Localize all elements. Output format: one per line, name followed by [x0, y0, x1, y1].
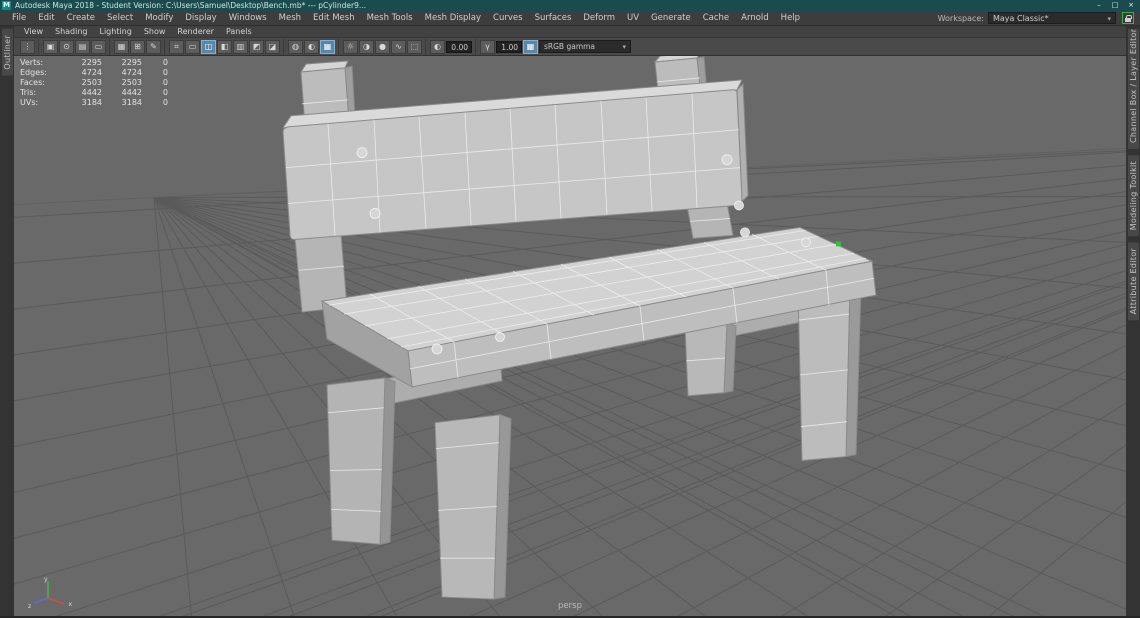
resolution-gate-icon[interactable]: ◫ — [201, 40, 216, 54]
close-button[interactable]: × — [1124, 1, 1138, 10]
chevron-down-icon — [1107, 14, 1111, 23]
hud-row: UVs: 3184 3184 0 — [20, 98, 168, 108]
menu-item[interactable]: File — [6, 11, 32, 25]
panel-menu-item[interactable]: Lighting — [93, 26, 137, 37]
chevron-down-icon — [622, 42, 626, 51]
menu-item[interactable]: Cache — [697, 11, 735, 25]
toolbar-group: ◍◐▦ — [285, 39, 339, 55]
menu-item[interactable]: Modify — [139, 11, 179, 25]
hud-row: Verts: 2295 2295 0 — [20, 58, 168, 68]
axis-y-label: y — [44, 576, 48, 583]
exposure-icon[interactable]: ◐ — [430, 40, 445, 54]
toolbar-group: ▣⊙▤▭ — [40, 39, 110, 55]
poly-count-hud: Verts: 2295 2295 0 Edges: 4724 4724 0 Fa… — [20, 58, 168, 108]
right-panel-strip: Channel Box / Layer Editor Modeling Toolk… — [1126, 26, 1140, 616]
menu-item[interactable]: Help — [775, 11, 806, 25]
title-bar[interactable]: M Autodesk Maya 2018 - Student Version: … — [0, 0, 1140, 11]
gamma-icon[interactable]: γ — [480, 40, 495, 54]
field-chart-icon[interactable]: ▥ — [233, 40, 248, 54]
panel-menu-item[interactable]: Shading — [49, 26, 94, 37]
film-gate-icon[interactable]: ▭ — [185, 40, 200, 54]
panel-toolbar: ⋮▣⊙▤▭▦⊞✎⌗▭◫◧▥◩◪◍◐▦☼◑●∿⬚◐ 0.00 γ 1.00 ▦ s… — [14, 38, 1126, 56]
colorspace-dropdown[interactable]: sRGB gamma — [539, 40, 631, 53]
main-menu-bar: FileEditCreateSelectModifyDisplayWindows… — [0, 11, 1140, 26]
ambient-occlusion-icon[interactable]: ● — [375, 40, 390, 54]
window-title: Autodesk Maya 2018 - Student Version: C:… — [15, 1, 1086, 10]
image-plane-icon[interactable]: ▦ — [114, 40, 129, 54]
menu-item[interactable]: Edit — [32, 11, 60, 25]
workspace-dropdown[interactable]: Maya Classic* — [988, 12, 1116, 24]
lock-camera-icon[interactable]: ⊙ — [59, 40, 74, 54]
workspace-lock-icon[interactable] — [1122, 12, 1134, 24]
motion-blur-icon[interactable]: ∿ — [391, 40, 406, 54]
camera-label: persp — [558, 601, 582, 611]
workspace-label: Workspace: — [938, 14, 984, 23]
maya-window: M Autodesk Maya 2018 - Student Version: … — [0, 0, 1140, 618]
menu-item[interactable]: Mesh Tools — [361, 11, 419, 25]
view-transform-icon[interactable]: ▦ — [523, 40, 538, 54]
panel-menu-item[interactable]: View — [18, 26, 49, 37]
grid-icon[interactable]: ⌗ — [169, 40, 184, 54]
camera-attributes-icon[interactable]: ▤ — [75, 40, 90, 54]
grease-pencil-icon[interactable]: ✎ — [146, 40, 161, 54]
select-camera-icon[interactable]: ▣ — [43, 40, 58, 54]
minimize-button[interactable]: – — [1092, 1, 1106, 10]
menu-item[interactable]: Mesh — [273, 11, 307, 25]
selected-vertex[interactable] — [836, 241, 841, 246]
viewport-scene[interactable] — [14, 56, 1126, 616]
panel-menu-bar: ViewShadingLightingShowRendererPanels — [14, 26, 1126, 38]
left-panel-strip: Outliner — [0, 26, 14, 616]
outliner-tab[interactable]: Outliner — [2, 29, 13, 76]
panel-menu-item[interactable]: Renderer — [171, 26, 220, 37]
axis-x-label: x — [68, 601, 72, 608]
right-panel-tab[interactable]: Channel Box / Layer Editor — [1128, 29, 1139, 149]
menu-item[interactable]: Select — [101, 11, 139, 25]
toolbar-group: ⌗▭◫◧▥◩◪ — [166, 39, 284, 55]
hud-row: Faces: 2503 2503 0 — [20, 78, 168, 88]
menu-item[interactable]: Surfaces — [529, 11, 578, 25]
wireframe-on-shaded-icon[interactable]: ▦ — [320, 40, 335, 54]
menu-item[interactable]: Mesh Display — [419, 11, 487, 25]
safe-action-icon[interactable]: ◩ — [249, 40, 264, 54]
toolbar-grip-handle[interactable]: ⋮ — [20, 40, 35, 54]
shadows-icon[interactable]: ◑ — [359, 40, 374, 54]
multisample-icon[interactable]: ⬚ — [407, 40, 422, 54]
gate-mask-icon[interactable]: ◧ — [217, 40, 232, 54]
menu-item[interactable]: Curves — [487, 11, 529, 25]
axis-z-label: z — [28, 603, 31, 610]
menu-item[interactable]: Create — [61, 11, 101, 25]
gamma-field[interactable]: 1.00 — [496, 41, 522, 53]
menu-item[interactable]: Deform — [577, 11, 621, 25]
menu-item[interactable]: Display — [179, 11, 222, 25]
menu-item[interactable]: Edit Mesh — [307, 11, 361, 25]
view-axis-gizmo: x y z — [28, 576, 74, 610]
menu-item[interactable]: Generate — [645, 11, 697, 25]
menu-item[interactable]: UV — [621, 11, 645, 25]
right-panel-tab[interactable]: Attribute Editor — [1128, 242, 1139, 320]
exposure-group: ◐ 0.00 — [427, 39, 476, 55]
menu-item[interactable]: Arnold — [735, 11, 775, 25]
panel-menu-item[interactable]: Panels — [220, 26, 258, 37]
isolate-select-icon[interactable]: ◍ — [288, 40, 303, 54]
xray-icon[interactable]: ◐ — [304, 40, 319, 54]
hud-row: Edges: 4724 4724 0 — [20, 68, 168, 78]
exposure-field[interactable]: 0.00 — [446, 41, 472, 53]
workspace-control: Workspace: Maya Classic* — [938, 12, 1134, 24]
toolbar-group: ▦⊞✎ — [111, 39, 165, 55]
maximize-button[interactable]: □ — [1108, 1, 1122, 10]
toolbar-group: ⋮ — [17, 39, 39, 55]
gamma-group: γ 1.00 ▦ sRGB gamma — [477, 39, 634, 55]
right-panel-tab[interactable]: Modeling Toolkit — [1128, 155, 1139, 236]
toolbar-group: ☼◑●∿⬚ — [340, 39, 426, 55]
bookmarks-icon[interactable]: ▭ — [91, 40, 106, 54]
maya-logo-icon: M — [2, 1, 11, 10]
safe-title-icon[interactable]: ◪ — [265, 40, 280, 54]
menu-item[interactable]: Windows — [223, 11, 273, 25]
hud-row: Tris: 4442 4442 0 — [20, 88, 168, 98]
lighting-icon[interactable]: ☼ — [343, 40, 358, 54]
2d-pan-zoom-icon[interactable]: ⊞ — [130, 40, 145, 54]
panel-menu-item[interactable]: Show — [138, 26, 172, 37]
perspective-viewport[interactable]: Verts: 2295 2295 0 Edges: 4724 4724 0 Fa… — [14, 56, 1126, 616]
